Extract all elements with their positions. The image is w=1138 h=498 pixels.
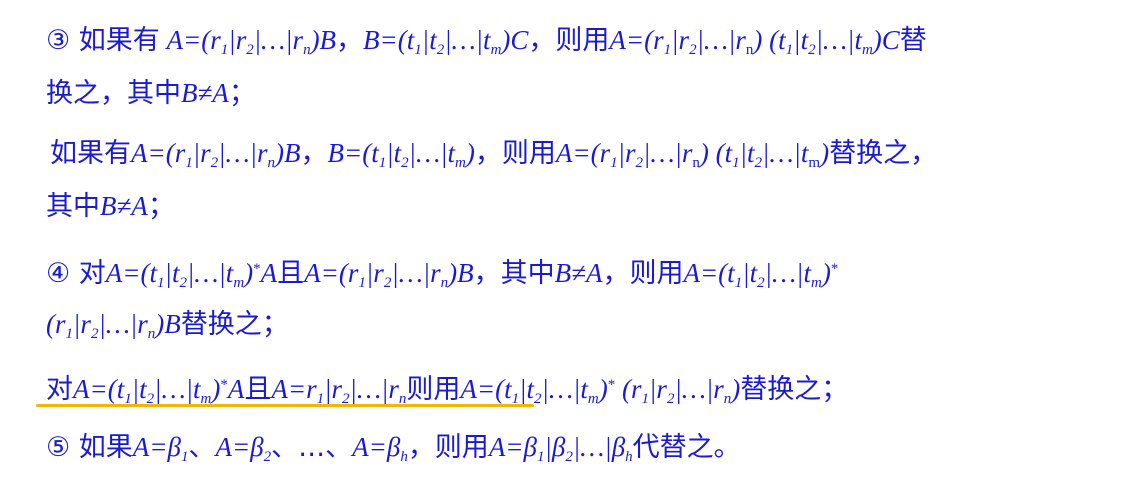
formula: B≠A xyxy=(181,78,229,108)
text: 如果有 xyxy=(50,138,131,169)
formula: B≠A xyxy=(100,191,148,221)
text: 对 xyxy=(46,374,73,405)
formula: A=r1|r2|…|rn xyxy=(271,374,407,407)
formula: B=(t1|t2|…|tm) xyxy=(327,138,475,171)
text: 则用 xyxy=(406,374,461,405)
formula: B≠A xyxy=(554,258,603,288)
formula: A=(t1|t2|…|tm)* (r1|r2|…|rn) xyxy=(460,374,741,407)
formula: A=β2 xyxy=(215,432,272,465)
formula: A=(r1|r2|…|rn)B xyxy=(304,258,474,291)
text: ，则用 xyxy=(528,25,610,56)
text: ，则用 xyxy=(407,432,489,463)
text: 、…、 xyxy=(271,432,353,463)
formula: A=(t1|t2|…|tm)*A xyxy=(73,374,245,407)
formula: A=β1|β2|…|βh xyxy=(488,432,633,465)
rule3b-line1: 如果有A=(r1|r2|…|rn)B，B=(t1|t2|…|tm)，则用A=(r… xyxy=(50,133,937,173)
formula: A=(t1|t2|…|tm)* xyxy=(683,258,839,291)
formula: A=(r1|r2|…|rn)B xyxy=(159,25,337,58)
text: 换之，其中 xyxy=(46,78,181,109)
text: 且 xyxy=(277,258,305,289)
rule4b-line1: 对A=(t1|t2|…|tm)*A且A=r1|r2|…|rn则用A=(t1|t2… xyxy=(46,365,849,407)
formula: A=(r1|r2|…|rn)B xyxy=(131,138,301,171)
text: 替 xyxy=(899,25,927,56)
text: 其中 xyxy=(46,191,100,222)
text: ； xyxy=(147,191,175,222)
text: 替换之； xyxy=(180,309,289,340)
text: ，其中 xyxy=(473,258,555,289)
formula: A=β1 xyxy=(132,432,189,465)
text: ，则用 xyxy=(474,138,556,169)
text: ， xyxy=(300,138,328,169)
text: 代替之。 xyxy=(632,432,741,463)
text: 、 xyxy=(188,432,216,463)
circled-five-label: ⑤ 如果 xyxy=(46,432,133,463)
rule4-line1: ④ 对A=(t1|t2|…|tm)*A且A=(r1|r2|…|rn)B，其中B≠… xyxy=(46,249,839,291)
formula: A=(r1|r2|…|rn) (t1|t2|…|tm)C xyxy=(609,25,900,58)
circled-three-label: ③ 如果有 xyxy=(46,25,160,56)
text: ，则用 xyxy=(602,258,684,289)
formula: A=(t1|t2|…|tm)*A xyxy=(105,258,278,291)
formula: A=βh xyxy=(352,432,408,465)
formula: A=(r1|r2|…|rn) (t1|t2|…|tm) xyxy=(555,138,830,171)
rule4-line2: (r1|r2|…|rn)B替换之； xyxy=(46,304,289,344)
rule3-line2: 换之，其中B≠A； xyxy=(46,73,256,113)
rule5-line1: ⑤ 如果A=β1、A=β2、…、A=βh，则用A=β1|β2|…|βh代替之。 xyxy=(46,427,741,467)
text: 替换之， xyxy=(829,138,938,169)
text: 替换之； xyxy=(740,374,849,405)
formula: B=(t1|t2|…|tm)C xyxy=(363,25,529,58)
highlight-underline xyxy=(36,404,534,407)
rule3b-line2: 其中B≠A； xyxy=(46,186,175,226)
text: ； xyxy=(228,78,256,109)
text: ， xyxy=(336,25,364,56)
rule3-line1: ③ 如果有 A=(r1|r2|…|rn)B，B=(t1|t2|…|tm)C，则用… xyxy=(46,20,927,60)
circled-four-label: ④ 对 xyxy=(46,258,106,289)
formula: (r1|r2|…|rn)B xyxy=(46,309,181,342)
text: 且 xyxy=(244,374,272,405)
